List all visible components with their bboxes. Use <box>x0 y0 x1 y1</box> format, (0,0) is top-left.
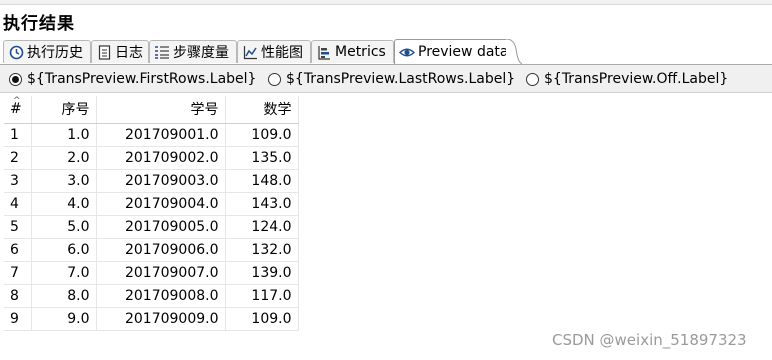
column-header-serial[interactable]: 序号 <box>31 96 97 124</box>
serial-cell[interactable]: 2.0 <box>31 146 97 170</box>
table-row[interactable]: 5 5.0 201709005.0 124.0 <box>4 215 299 239</box>
row-number-cell[interactable]: 7 <box>4 261 32 285</box>
tab-label: Preview data <box>418 44 509 60</box>
tab-label: 步骤度量 <box>173 45 229 61</box>
student-id-cell[interactable]: 201709003.0 <box>96 169 226 193</box>
off-label: ${TransPreview.Off.Label} <box>544 71 729 87</box>
row-number-cell[interactable]: 5 <box>4 215 32 239</box>
math-cell[interactable]: 148.0 <box>225 169 299 193</box>
tab-metrics[interactable]: Metrics <box>311 40 394 63</box>
tab-label: Metrics <box>335 44 386 60</box>
serial-cell[interactable]: 1.0 <box>31 123 97 147</box>
student-id-cell[interactable]: 201709006.0 <box>96 238 226 262</box>
tab-execution-history[interactable]: 执行历史 <box>3 40 91 63</box>
column-header-row-number[interactable]: ^ # <box>4 96 32 124</box>
table-row[interactable]: 1 1.0 201709001.0 109.0 <box>4 123 299 147</box>
panel-title: 执行结果 <box>3 14 75 34</box>
math-cell[interactable]: 135.0 <box>225 146 299 170</box>
first-rows-radio[interactable] <box>9 72 22 86</box>
math-cell[interactable]: 132.0 <box>225 238 299 262</box>
student-id-cell[interactable]: 201709007.0 <box>96 261 226 285</box>
serial-cell[interactable]: 3.0 <box>31 169 97 193</box>
serial-cell[interactable]: 9.0 <box>31 307 97 331</box>
serial-cell[interactable]: 5.0 <box>31 215 97 239</box>
tab-label: 日志 <box>115 45 143 61</box>
row-number-cell[interactable]: 1 <box>4 123 32 147</box>
math-cell[interactable]: 117.0 <box>225 284 299 308</box>
math-cell[interactable]: 143.0 <box>225 192 299 216</box>
row-number-cell[interactable]: 9 <box>4 307 32 331</box>
student-id-cell[interactable]: 201709002.0 <box>96 146 226 170</box>
column-header-student-id[interactable]: 学号 <box>96 96 226 124</box>
student-id-cell[interactable]: 201709001.0 <box>96 123 226 147</box>
table-row[interactable]: 9 9.0 201709009.0 109.0 <box>4 307 299 331</box>
last-rows-label: ${TransPreview.LastRows.Label} <box>286 71 516 87</box>
preview-data-table: ^ # 序号 学号 数学 1 1.0 201709001.0 109.0 2 2.0 201… <box>4 96 299 331</box>
tab-label: 执行历史 <box>27 45 83 61</box>
watermark: CSDN @weixin_51897323 <box>552 331 747 349</box>
first-rows-option[interactable]: ${TransPreview.FirstRows.Label} <box>9 69 256 89</box>
student-id-cell[interactable]: 201709004.0 <box>96 192 226 216</box>
off-option[interactable]: ${TransPreview.Off.Label} <box>526 69 728 89</box>
student-id-cell[interactable]: 201709005.0 <box>96 215 226 239</box>
row-number-cell[interactable]: 8 <box>4 284 32 308</box>
preview-options-bar: ${TransPreview.FirstRows.Label} ${TransP… <box>0 65 772 93</box>
line-chart-icon <box>242 44 258 60</box>
row-number-cell[interactable]: 6 <box>4 238 32 262</box>
table-row[interactable]: 6 6.0 201709006.0 132.0 <box>4 238 299 262</box>
off-radio[interactable] <box>526 72 539 86</box>
last-rows-option[interactable]: ${TransPreview.LastRows.Label} <box>268 69 515 89</box>
tab-step-metrics[interactable]: 步骤度量 <box>149 40 237 63</box>
table-header-row: ^ # 序号 学号 数学 <box>4 96 299 124</box>
math-cell[interactable]: 124.0 <box>225 215 299 239</box>
student-id-cell[interactable]: 201709008.0 <box>96 284 226 308</box>
math-cell[interactable]: 109.0 <box>225 307 299 331</box>
column-header-math[interactable]: 数学 <box>225 96 299 124</box>
tab-preview-data[interactable]: Preview data <box>394 39 508 64</box>
table-row[interactable]: 8 8.0 201709008.0 117.0 <box>4 284 299 308</box>
row-number-cell[interactable]: 4 <box>4 192 32 216</box>
table-row[interactable]: 3 3.0 201709003.0 148.0 <box>4 169 299 193</box>
serial-cell[interactable]: 6.0 <box>31 238 97 262</box>
clock-icon <box>8 44 24 60</box>
row-number-cell[interactable]: 2 <box>4 146 32 170</box>
tab-log[interactable]: 日志 <box>91 40 149 63</box>
tab-label: 性能图 <box>261 45 303 61</box>
top-border <box>0 0 772 5</box>
tab-bar: 执行历史 日志 步骤度量 性能图 Metrics Preview data <box>0 38 772 65</box>
table-row[interactable]: 2 2.0 201709002.0 135.0 <box>4 146 299 170</box>
math-cell[interactable]: 139.0 <box>225 261 299 285</box>
list-steps-icon <box>154 44 170 60</box>
sort-caret-icon: ^ <box>13 96 21 106</box>
math-cell[interactable]: 109.0 <box>225 123 299 147</box>
eye-icon <box>399 44 415 60</box>
row-number-cell[interactable]: 3 <box>4 169 32 193</box>
metrics-icon <box>316 44 332 60</box>
tab-performance-graph[interactable]: 性能图 <box>237 40 311 63</box>
student-id-cell[interactable]: 201709009.0 <box>96 307 226 331</box>
serial-cell[interactable]: 4.0 <box>31 192 97 216</box>
first-rows-label: ${TransPreview.FirstRows.Label} <box>27 71 257 87</box>
tab-edge-decoration <box>506 39 522 64</box>
document-icon <box>96 44 112 60</box>
table-row[interactable]: 4 4.0 201709004.0 143.0 <box>4 192 299 216</box>
serial-cell[interactable]: 8.0 <box>31 284 97 308</box>
table-row[interactable]: 7 7.0 201709007.0 139.0 <box>4 261 299 285</box>
last-rows-radio[interactable] <box>268 72 281 86</box>
serial-cell[interactable]: 7.0 <box>31 261 97 285</box>
